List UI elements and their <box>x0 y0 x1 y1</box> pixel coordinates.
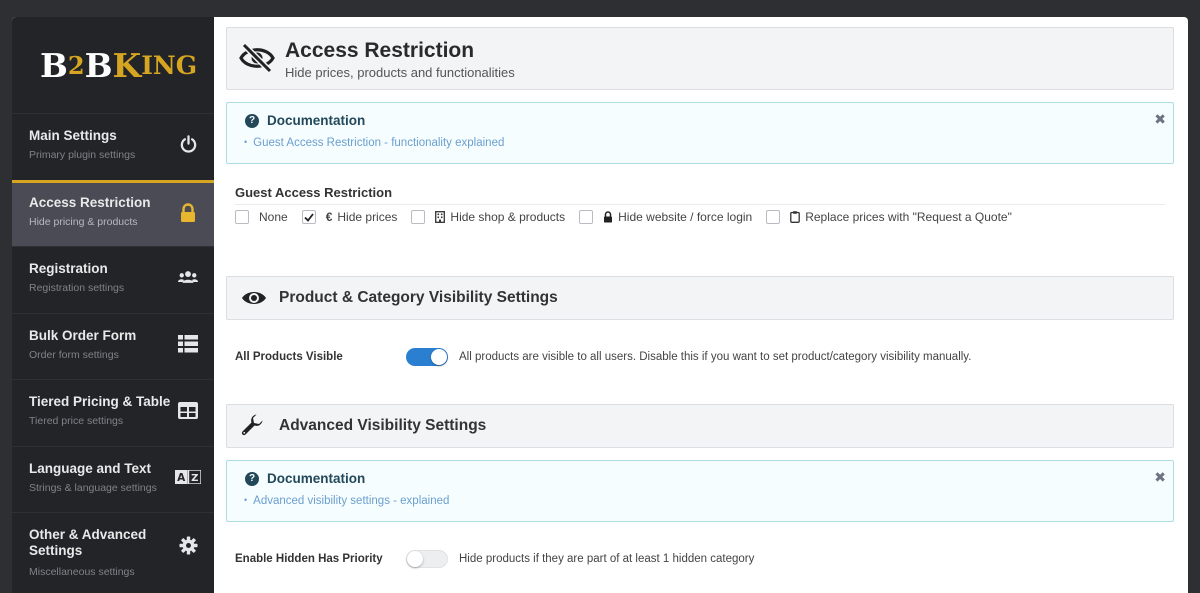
lock-icon <box>178 202 198 223</box>
option-request-quote[interactable]: Replace prices with "Request a Quote" <box>766 210 1012 224</box>
sidebar-item-language[interactable]: Language and Text Strings & language set… <box>12 445 214 513</box>
toggle-knob <box>431 349 447 365</box>
power-icon <box>178 134 198 154</box>
all-products-visible-description: All products are visible to all users. D… <box>459 351 972 363</box>
sidebar-item-tiered-pricing[interactable]: Tiered Pricing & Table Tiered price sett… <box>12 379 214 446</box>
eye-icon <box>241 289 267 312</box>
documentation-title: Documentation <box>267 471 366 486</box>
option-label: Replace prices with "Request a Quote" <box>805 210 1012 224</box>
page-title: Access Restriction <box>285 39 475 62</box>
option-hide-shop[interactable]: Hide shop & products <box>411 210 565 224</box>
option-hide-website[interactable]: Hide website / force login <box>579 210 752 224</box>
section-title: Product & Category Visibility Settings <box>279 289 558 306</box>
gear-icon <box>178 535 198 555</box>
option-label: None <box>259 210 288 224</box>
sidebar-item-subtitle: Miscellaneous settings <box>29 566 135 578</box>
app-window: B 2 B K ING Main Settings Primary plugin set… <box>12 17 1188 593</box>
documentation-link[interactable]: Guest Access Restriction - functionality… <box>244 137 504 149</box>
page-subtitle: Hide prices, products and functionalitie… <box>285 65 515 80</box>
question-icon: ? <box>245 472 259 486</box>
question-icon: ? <box>245 114 259 128</box>
advanced-section-header: Advanced Visibility Settings <box>226 404 1174 448</box>
checkbox[interactable] <box>766 210 781 224</box>
euro-icon: € <box>325 210 333 224</box>
sidebar-item-registration[interactable]: Registration Registration settings <box>12 246 214 313</box>
documentation-panel: ? Documentation Guest Access Restriction… <box>226 102 1174 164</box>
option-none[interactable]: None <box>235 210 288 224</box>
hidden-priority-toggle[interactable] <box>406 550 448 568</box>
guest-access-label: Guest Access Restriction <box>235 185 393 200</box>
clipboard-icon <box>790 211 801 223</box>
sidebar-item-other-advanced[interactable]: Other & Advanced Settings Miscellaneous … <box>12 512 214 592</box>
documentation-title: Documentation <box>267 113 366 128</box>
all-products-visible-label: All Products Visible <box>235 351 343 363</box>
b2bking-logo: B 2 B K ING <box>40 45 198 85</box>
sidebar: B 2 B K ING Main Settings Primary plugin set… <box>12 17 214 593</box>
building-icon <box>435 211 446 223</box>
page-header: Access Restriction Hide prices, products… <box>226 27 1174 90</box>
documentation-link[interactable]: Advanced visibility settings - explained <box>244 495 449 507</box>
list-icon <box>178 334 198 354</box>
option-label: Hide website / force login <box>618 210 753 224</box>
hidden-priority-label: Enable Hidden Has Priority <box>235 553 383 565</box>
visibility-section-header: Product & Category Visibility Settings <box>226 276 1174 320</box>
sidebar-item-main-settings[interactable]: Main Settings Primary plugin settings <box>12 113 214 180</box>
table-icon <box>178 400 198 420</box>
section-title: Advanced Visibility Settings <box>279 417 487 434</box>
close-icon[interactable]: ✖ <box>1154 111 1166 128</box>
hidden-priority-description: Hide products if they are part of at lea… <box>459 553 755 565</box>
checkbox[interactable] <box>411 210 426 224</box>
divider <box>235 204 1165 205</box>
svg-text:Z: Z <box>191 473 198 484</box>
checkbox[interactable] <box>235 210 249 224</box>
lock-icon <box>603 211 613 223</box>
checkbox-checked[interactable] <box>301 210 316 224</box>
translate-icon: AZ <box>175 467 201 487</box>
users-icon <box>178 267 198 287</box>
guest-access-options: None € Hide prices Hide shop & products <box>235 210 1026 224</box>
option-label: Hide prices <box>337 210 398 224</box>
advanced-documentation-panel: ? Documentation Advanced visibility sett… <box>226 460 1174 522</box>
checkbox[interactable] <box>579 210 594 224</box>
wrench-icon <box>241 414 265 443</box>
svg-text:A: A <box>177 472 186 484</box>
main-content: Access Restriction Hide prices, products… <box>226 17 1174 593</box>
all-products-visible-toggle[interactable] <box>406 348 448 366</box>
option-hide-prices[interactable]: € Hide prices <box>301 210 398 224</box>
sidebar-item-title: Other & Advanced Settings <box>29 527 147 558</box>
toggle-knob <box>407 551 423 567</box>
sidebar-item-bulk-order-form[interactable]: Bulk Order Form Order form settings <box>12 312 214 380</box>
close-icon[interactable]: ✖ <box>1154 469 1166 486</box>
eye-slash-icon <box>239 41 275 80</box>
sidebar-item-access-restriction[interactable]: Access Restriction Hide pricing & produc… <box>12 179 214 246</box>
option-label: Hide shop & products <box>450 210 566 224</box>
